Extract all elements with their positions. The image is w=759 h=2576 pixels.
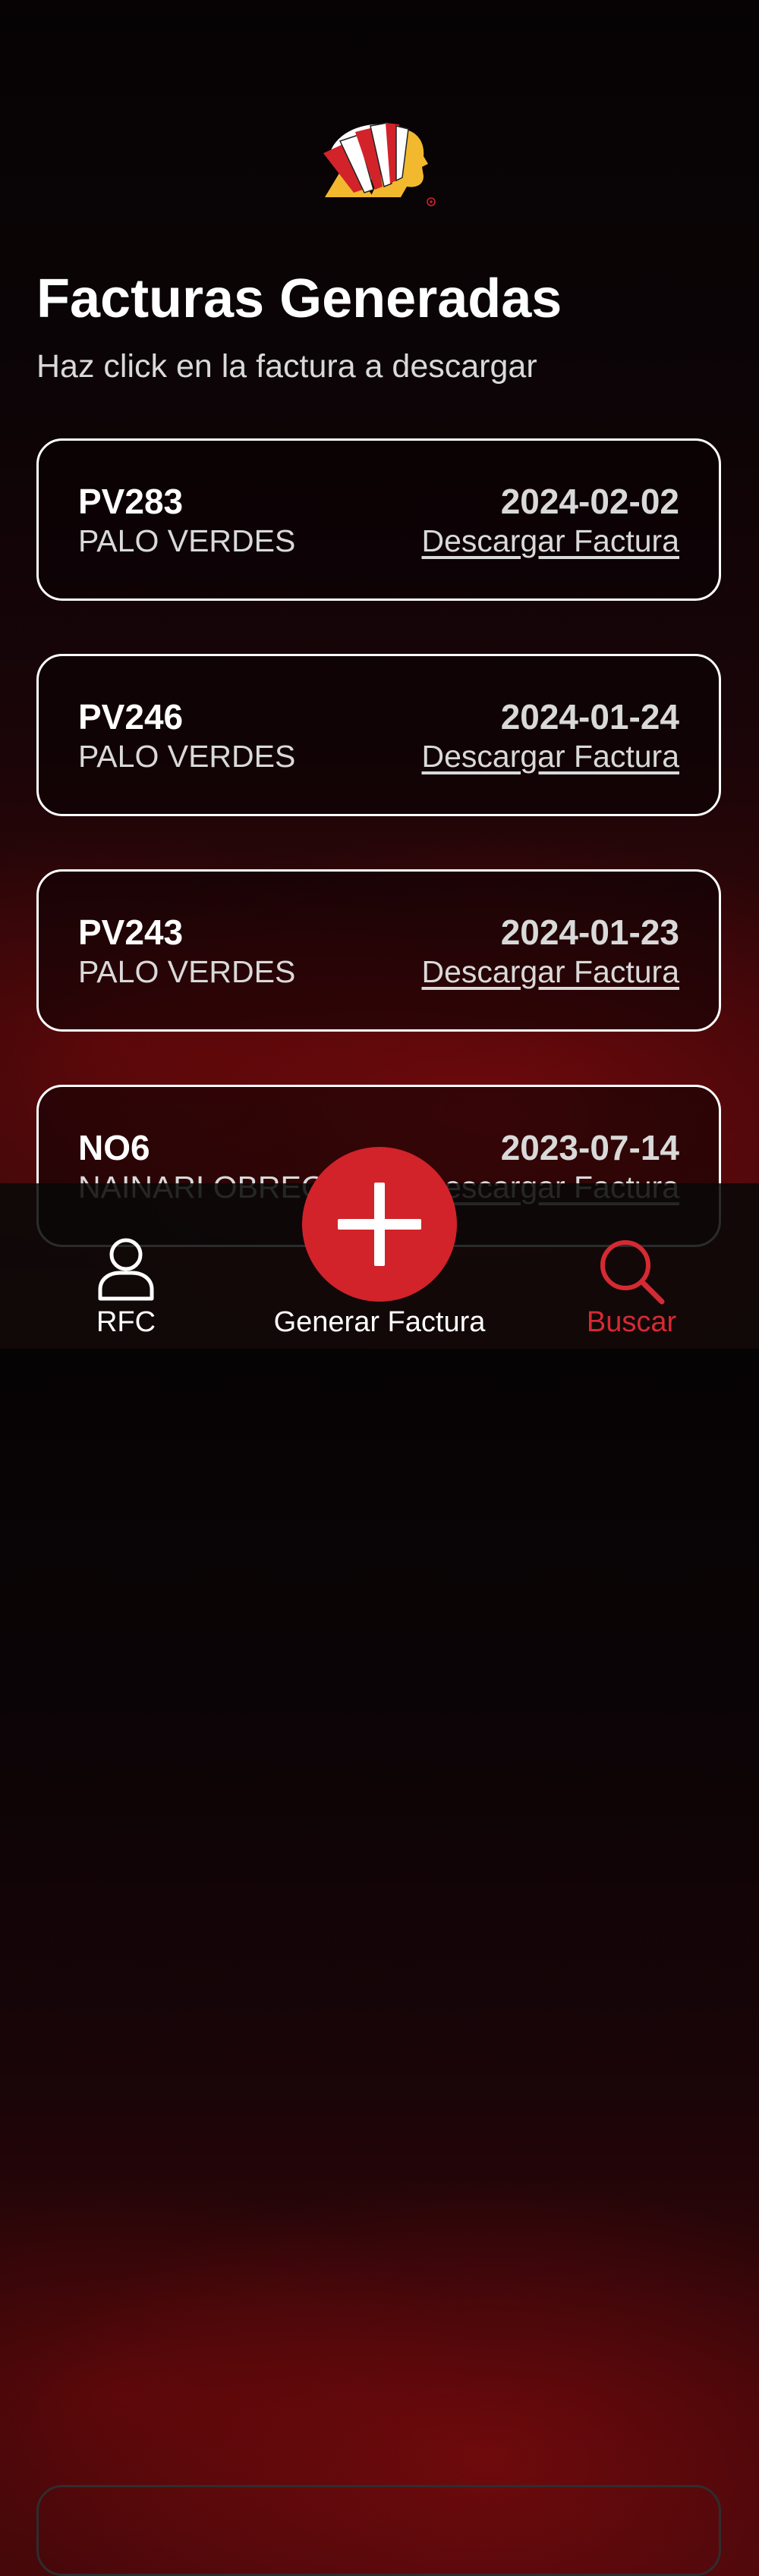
tab-rfc-label: RFC bbox=[96, 1306, 156, 1338]
search-icon bbox=[600, 1240, 665, 1305]
invoice-card[interactable]: PV283 PALO VERDES 2024-02-02 Descargar F… bbox=[36, 438, 721, 601]
brand-logo bbox=[323, 122, 436, 206]
invoice-location: PALO VERDES bbox=[78, 739, 296, 774]
status-bar bbox=[0, 0, 759, 39]
invoice-location: PALO VERDES bbox=[78, 954, 296, 989]
download-invoice-link[interactable]: Descargar Factura bbox=[421, 952, 679, 991]
add-invoice-button[interactable] bbox=[302, 1147, 457, 1302]
invoice-code: NO6 bbox=[78, 1128, 150, 1167]
download-invoice-link[interactable]: Descargar Factura bbox=[421, 737, 679, 776]
invoice-location: PALO VERDES bbox=[78, 523, 296, 558]
invoice-date: 2024-01-24 bbox=[500, 697, 679, 737]
person-icon bbox=[98, 1238, 154, 1301]
page-title: Facturas Generadas bbox=[36, 269, 562, 329]
invoice-date: 2024-01-23 bbox=[500, 913, 679, 952]
invoice-card-partial[interactable] bbox=[36, 2485, 721, 2576]
invoice-date: 2023-07-14 bbox=[500, 1128, 679, 1167]
invoice-card[interactable]: PV243 PALO VERDES 2024-01-23 Descargar F… bbox=[36, 869, 721, 1032]
tab-buscar[interactable]: Buscar bbox=[556, 1183, 707, 1349]
invoice-code: PV246 bbox=[78, 697, 184, 737]
tab-buscar-label: Buscar bbox=[586, 1306, 677, 1338]
tab-rfc[interactable]: RFC bbox=[50, 1183, 202, 1349]
plus-icon bbox=[338, 1183, 421, 1266]
invoice-code: PV283 bbox=[78, 482, 184, 521]
invoice-card[interactable]: PV246 PALO VERDES 2024-01-24 Descargar F… bbox=[36, 654, 721, 816]
download-invoice-link[interactable]: Descargar Factura bbox=[421, 521, 679, 561]
tab-generar-factura-label: Generar Factura bbox=[273, 1306, 486, 1338]
page-subtitle: Haz click en la factura a descargar bbox=[36, 348, 537, 385]
invoice-date: 2024-02-02 bbox=[500, 482, 679, 521]
invoice-code: PV243 bbox=[78, 913, 184, 952]
